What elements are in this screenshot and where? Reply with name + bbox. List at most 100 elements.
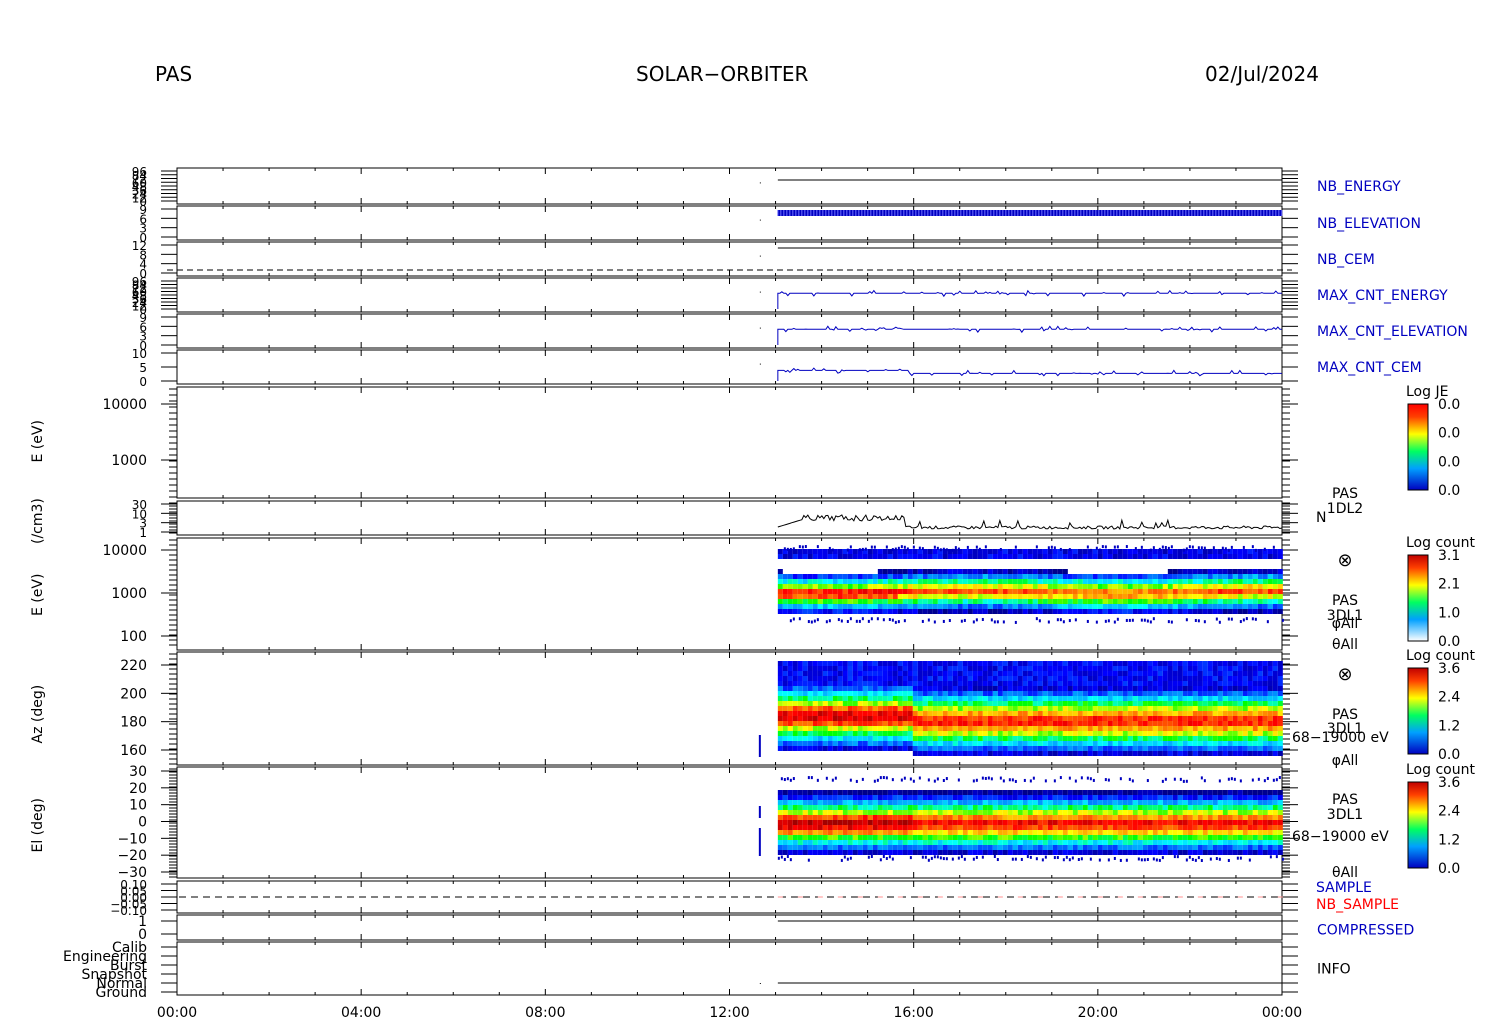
spectrogram-cell — [1067, 731, 1073, 736]
spectrogram-cell — [1137, 554, 1143, 559]
spectrogram-cell — [947, 716, 953, 721]
spectrogram-cell — [917, 820, 923, 825]
spectrogram-cell — [942, 594, 948, 599]
spectrogram-cell — [1087, 686, 1093, 691]
spectrogram-cell — [1167, 569, 1173, 574]
spectrogram-cell — [882, 661, 888, 666]
spectrogram-cell — [917, 840, 923, 845]
spectrogram-cell — [1122, 706, 1128, 711]
spectrogram-cell — [887, 579, 893, 584]
spectrogram-cell — [977, 726, 983, 731]
spectrogram-cell — [927, 746, 933, 751]
spectrogram-cell — [1077, 686, 1083, 691]
spectrogram-cell — [1047, 589, 1053, 594]
spectrogram-cell — [1027, 721, 1033, 726]
spectrogram-cell — [1202, 599, 1208, 604]
spectrogram-cell — [1007, 661, 1013, 666]
spectrogram-cell — [1017, 746, 1023, 751]
spectrogram-cell — [777, 731, 783, 736]
spectrogram-cell — [1202, 731, 1208, 736]
spectrogram-cell — [842, 594, 848, 599]
spectrogram-cell — [957, 579, 963, 584]
spectrogram-cell — [962, 810, 968, 815]
spectrogram-cell — [1017, 676, 1023, 681]
spectrogram-cell — [792, 825, 798, 830]
spectrogram-cell — [952, 820, 958, 825]
spectrogram-cell — [942, 569, 948, 574]
spectrogram-cell — [887, 736, 893, 741]
spectrogram-cell — [902, 716, 908, 721]
spectrogram-cell — [1027, 609, 1033, 614]
spectrogram-cell — [1002, 661, 1008, 666]
spectrogram-cell — [1077, 726, 1083, 731]
spectrogram-cell — [1097, 736, 1103, 741]
spectrogram-cell — [1217, 716, 1223, 721]
spectrogram-cell — [922, 736, 928, 741]
spectrogram-cell — [1022, 751, 1028, 756]
spectrogram-cell — [887, 830, 893, 835]
spectrogram-cell — [1172, 706, 1178, 711]
spectrogram-cell — [1112, 731, 1118, 736]
spectrogram-cell — [947, 721, 953, 726]
spectrogram-cell — [1202, 676, 1208, 681]
spectrogram-cell — [942, 661, 948, 666]
spectrogram-cell — [977, 584, 983, 589]
spectrogram-cell — [1047, 751, 1053, 756]
spectrogram-cell — [902, 830, 908, 835]
spectrogram-cell — [957, 751, 963, 756]
spectrogram-cell — [897, 736, 903, 741]
spectrogram-cell — [1057, 686, 1063, 691]
spectrogram-cell — [1117, 721, 1123, 726]
spectrogram-cell — [1172, 666, 1178, 671]
spectrogram-cell — [777, 666, 783, 671]
fringe-pixel — [1191, 545, 1194, 549]
spectrogram-cell — [1222, 676, 1228, 681]
fringe-pixel — [894, 547, 897, 551]
spectrogram-cell — [1047, 609, 1053, 614]
spectrogram-cell — [832, 790, 838, 795]
spectrogram-cell — [1082, 594, 1088, 599]
spectrogram-cell — [1242, 589, 1248, 594]
spectrogram-cell — [1037, 569, 1043, 574]
spectrogram-cell — [1027, 701, 1033, 706]
spectrogram-cell — [907, 691, 913, 696]
spectrogram-cell — [812, 731, 818, 736]
spectrogram-cell — [1152, 579, 1158, 584]
spectrogram-cell — [872, 805, 878, 810]
spectrogram-cell — [1137, 594, 1143, 599]
spectrogram-cell — [852, 706, 858, 711]
spectrogram-cell — [1042, 751, 1048, 756]
fringe-pixel — [1059, 618, 1062, 622]
spectrogram-cell — [1122, 554, 1128, 559]
spectrogram-cell — [927, 609, 933, 614]
colorbar-tick-label: 1.2 — [1438, 718, 1460, 734]
spectrogram-cell — [872, 741, 878, 746]
spectrogram-cell — [1162, 594, 1168, 599]
spectrogram-cell — [1117, 681, 1123, 686]
spectrogram-cell — [992, 830, 998, 835]
spectrogram-cell — [1077, 666, 1083, 671]
spectrogram-cell — [1057, 726, 1063, 731]
spectrogram-cell — [852, 661, 858, 666]
spectrogram-cell — [882, 746, 888, 751]
spectrogram-cell — [827, 604, 833, 609]
spectrogram-cell — [862, 800, 868, 805]
spectrogram-cell — [1022, 604, 1028, 609]
spectrogram-cell — [942, 599, 948, 604]
spectrogram-cell — [1112, 686, 1118, 691]
spectrogram-cell — [1277, 741, 1283, 746]
spectrogram-cell — [847, 805, 853, 810]
spectrogram-cell — [1152, 741, 1158, 746]
spectrogram-cell — [777, 594, 783, 599]
spectrogram-cell — [777, 746, 783, 751]
spectrogram-cell — [912, 830, 918, 835]
spectrogram-cell — [1047, 554, 1053, 559]
spectrogram-cell — [922, 686, 928, 691]
fringe-pixel — [1203, 546, 1206, 550]
spectrogram-cell — [1062, 589, 1068, 594]
spectrogram-cell — [927, 790, 933, 795]
spectrogram-cell — [832, 850, 838, 855]
spectrogram-cell — [1017, 549, 1023, 554]
spectrogram-cell — [1192, 666, 1198, 671]
spectrogram-cell — [1267, 681, 1273, 686]
